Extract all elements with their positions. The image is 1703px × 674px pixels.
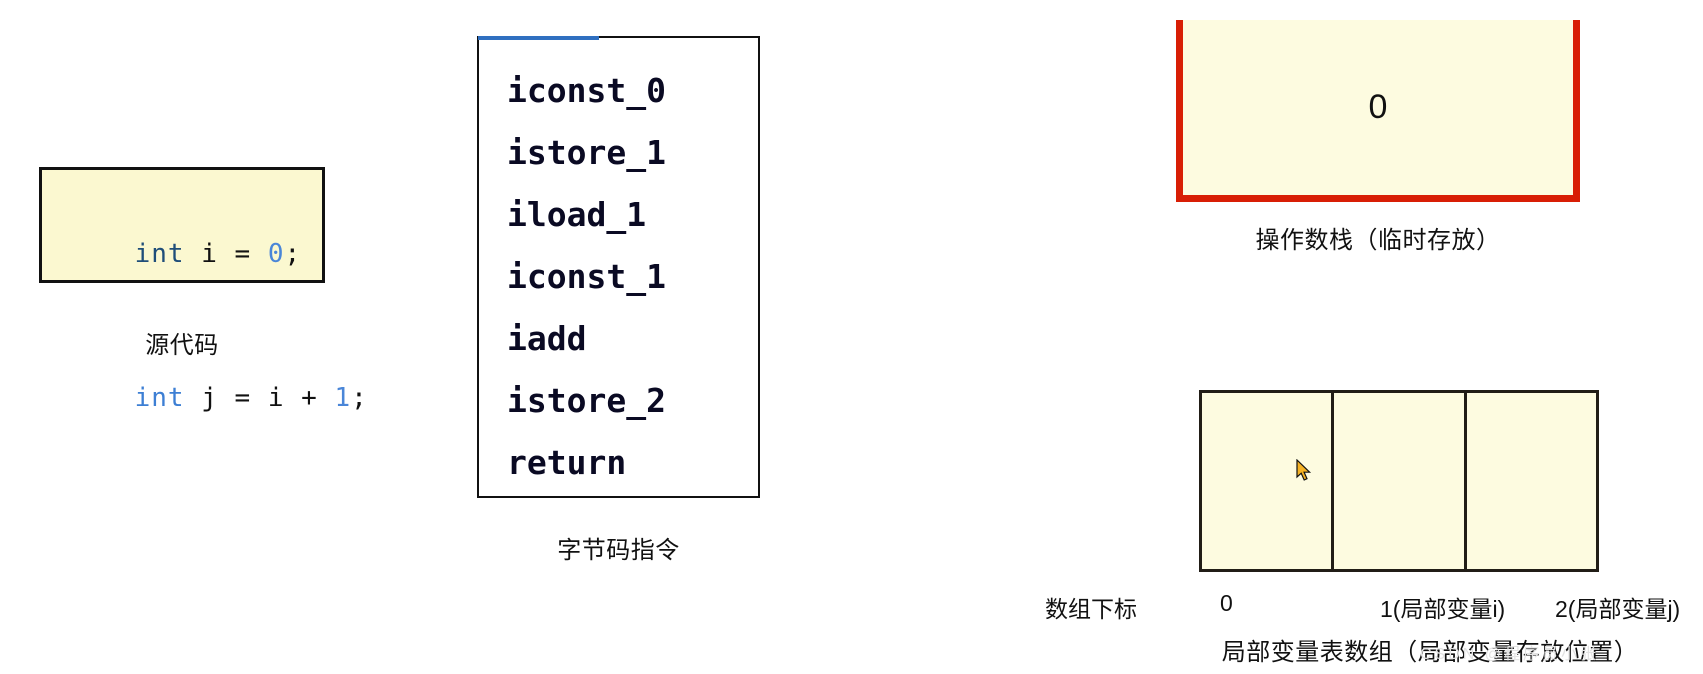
array-index-label-0: 0	[1220, 590, 1233, 616]
source-code-token: 0	[267, 239, 285, 269]
bytecode-caption: 字节码指令	[557, 537, 680, 564]
bytecode-panel-accent-bar	[478, 36, 599, 40]
array-index-title: 数组下标	[1045, 596, 1137, 622]
source-code-token: 1	[334, 383, 352, 413]
source-code-caption: 源代码	[145, 332, 219, 359]
bytecode-instruction: return	[507, 443, 627, 482]
local-variable-cell-1	[1331, 390, 1467, 572]
operand-stack-caption: 操作数栈（临时存放）	[1255, 227, 1501, 254]
bytecode-instruction: iconst_0	[507, 71, 666, 110]
array-index-label-1: 1(局部变量i)	[1380, 596, 1506, 622]
local-variable-table	[1199, 390, 1599, 572]
local-variable-index-row: 数组下标 0 1(局部变量i) 2(局部变量j)	[1045, 590, 1680, 622]
source-code-token: int	[134, 239, 185, 269]
source-code-token: int	[134, 383, 185, 413]
bytecode-instruction: iconst_1	[507, 257, 666, 296]
operand-stack-box: 0	[1176, 20, 1580, 202]
watermark: CSDN @程序员小张	[1420, 646, 1600, 663]
bytecode-instruction: iadd	[507, 319, 587, 358]
local-variable-cell-0	[1199, 390, 1335, 572]
source-code-token: i =	[184, 239, 268, 269]
bytecode-instruction: istore_2	[507, 381, 666, 420]
bytecode-instruction: iload_1	[507, 195, 647, 234]
source-code-token: ;	[284, 239, 302, 269]
operand-stack-value: 0	[1368, 88, 1388, 126]
source-code-line: int i = 0;	[68, 182, 322, 326]
array-index-label-2: 2(局部变量j)	[1555, 596, 1681, 622]
bytecode-panel: iconst_0 istore_1 iload_1 iconst_1 iadd …	[477, 36, 760, 498]
source-code-token: j = i +	[184, 383, 335, 413]
bytecode-instruction: istore_1	[507, 133, 666, 172]
local-variable-cell-2	[1463, 390, 1599, 572]
source-code-panel: int i = 0; int j = i + 1;	[39, 167, 367, 413]
source-code-token: ;	[351, 383, 368, 413]
